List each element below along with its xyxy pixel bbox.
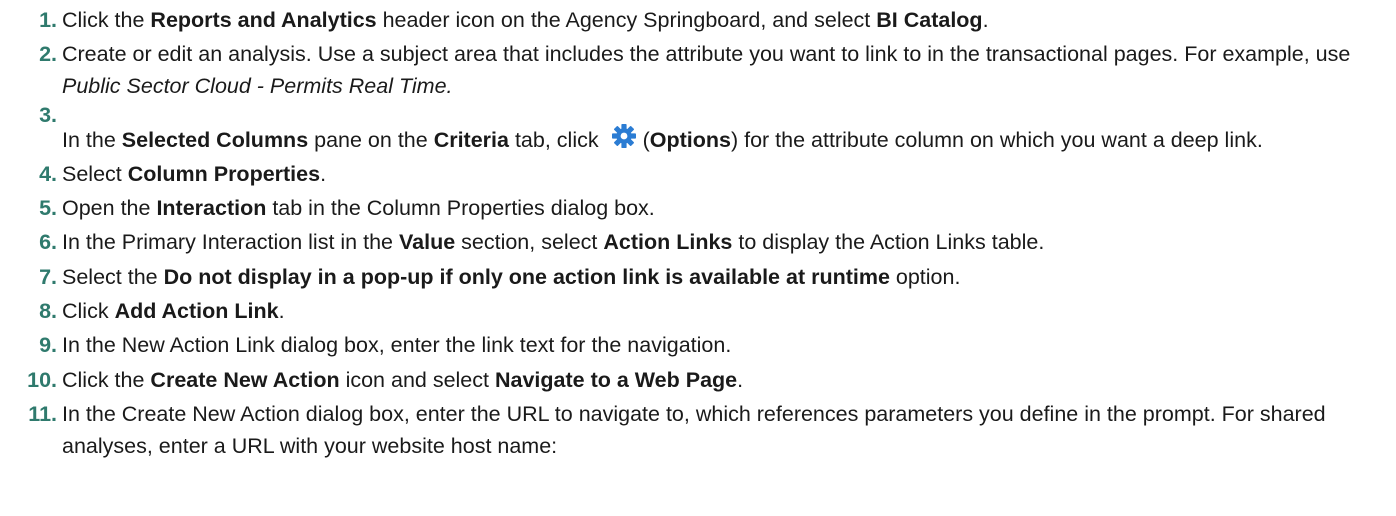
step-text: In the Primary Interaction list in the V… — [62, 230, 1045, 255]
step-6: 6. In the Primary Interaction list in th… — [0, 226, 1396, 258]
subject-area-name: Public Sector Cloud - Permits Real Time. — [62, 74, 453, 99]
step-7: 7. Select the Do not display in a pop-up… — [0, 261, 1396, 293]
step-number: 5. — [39, 196, 57, 221]
selected-columns-label: Selected Columns — [121, 127, 309, 152]
criteria-label: Criteria — [433, 127, 509, 152]
step-text: Click the Create New Action icon and sel… — [62, 367, 744, 392]
popup-option-label: Do not display in a pop-up if only one a… — [163, 264, 890, 289]
step-3: 3. In the Selected Columns pane on the C… — [0, 102, 1396, 156]
step-number: 8. — [39, 299, 57, 324]
step-text: Click Add Action Link. — [62, 299, 285, 324]
step-text: In the New Action Link dialog box, enter… — [62, 333, 732, 358]
step-8: 8. Click Add Action Link. — [0, 295, 1396, 327]
step-number: 2. — [39, 42, 57, 67]
create-new-action-label: Create New Action — [150, 367, 340, 392]
step-number: 11. — [28, 401, 57, 426]
action-links-label: Action Links — [603, 230, 733, 255]
procedure-steps-list: 1. Click the Reports and Analytics heade… — [0, 0, 1396, 462]
step-number: 9. — [39, 333, 57, 358]
interaction-label: Interaction — [156, 196, 267, 221]
step-text: Create or edit an analysis. Use a subjec… — [62, 42, 1351, 99]
step-1: 1. Click the Reports and Analytics heade… — [0, 4, 1396, 36]
step-text: Click the Reports and Analytics header i… — [62, 8, 989, 32]
step-number: 6. — [39, 230, 57, 255]
column-properties-label: Column Properties — [127, 161, 321, 186]
navigate-to-web-page-label: Navigate to a Web Page — [494, 367, 738, 392]
step-text: Open the Interaction tab in the Column P… — [62, 196, 655, 221]
step-number: 1. — [39, 8, 57, 32]
reports-and-analytics-label: Reports and Analytics — [150, 8, 377, 32]
step-10: 10. Click the Create New Action icon and… — [0, 364, 1396, 396]
bi-catalog-label: BI Catalog — [876, 8, 983, 32]
add-action-link-label: Add Action Link — [114, 299, 279, 324]
step-number: 7. — [39, 264, 57, 289]
step-text: Select Column Properties. — [62, 161, 327, 186]
step-text: In the Selected Columns pane on the Crit… — [62, 105, 1396, 156]
step-text: In the Create New Action dialog box, ent… — [62, 401, 1326, 458]
step-text: Select the Do not display in a pop-up if… — [62, 264, 961, 289]
step-11: 11. In the Create New Action dialog box,… — [0, 398, 1396, 462]
step-9: 9. In the New Action Link dialog box, en… — [0, 329, 1396, 361]
step-5: 5. Open the Interaction tab in the Colum… — [0, 192, 1396, 224]
step-number: 3. — [39, 102, 57, 127]
options-label: Options — [649, 127, 731, 152]
step-number: 10. — [27, 367, 57, 392]
step-2: 2. Create or edit an analysis. Use a sub… — [0, 38, 1396, 102]
value-label: Value — [398, 230, 456, 255]
step-number: 4. — [39, 161, 57, 186]
gear-icon — [611, 123, 636, 148]
step-4: 4. Select Column Properties. — [0, 158, 1396, 190]
